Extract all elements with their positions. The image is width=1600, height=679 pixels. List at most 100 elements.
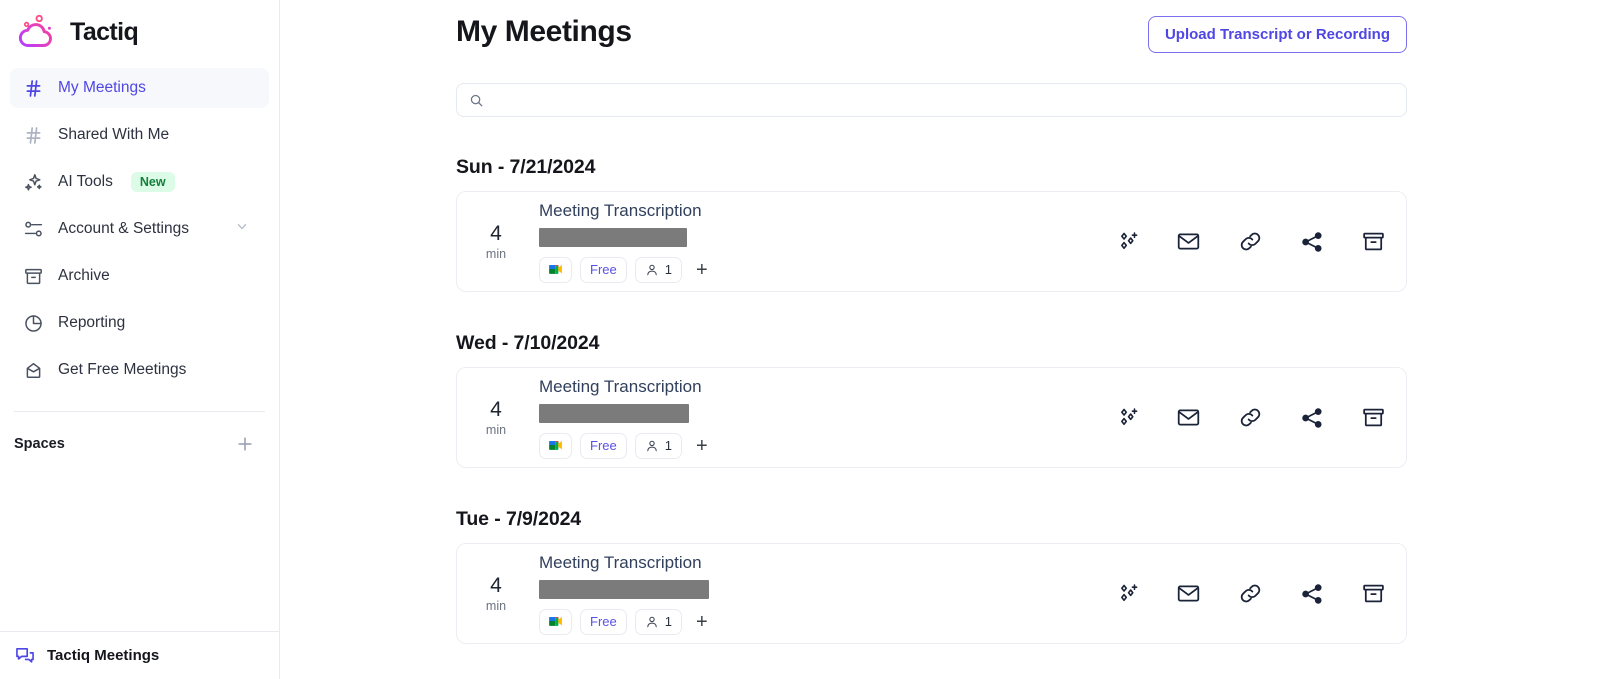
spaces-title: Spaces bbox=[14, 436, 65, 452]
tactiq-cloud-logo-icon bbox=[16, 12, 60, 52]
google-meet-icon bbox=[547, 438, 564, 453]
search-icon bbox=[469, 93, 484, 108]
email-icon[interactable] bbox=[1176, 581, 1201, 606]
meeting-title[interactable]: Meeting Transcription bbox=[539, 552, 1116, 573]
share-icon[interactable] bbox=[1300, 406, 1324, 430]
plan-chip[interactable]: Free bbox=[580, 432, 627, 459]
add-tag-button[interactable]: + bbox=[690, 260, 714, 280]
duration-unit: min bbox=[485, 423, 507, 438]
meeting-chips: Free 1 + bbox=[539, 256, 1116, 283]
sidebar-nav: My Meetings Shared With Me AI Tools New … bbox=[0, 64, 279, 397]
email-icon[interactable] bbox=[1176, 405, 1201, 430]
ai-sparkle-icon[interactable] bbox=[1116, 230, 1139, 253]
meeting-card[interactable]: 4 min Meeting Transcription Free 1 + bbox=[456, 543, 1407, 644]
archive-icon[interactable] bbox=[1361, 581, 1386, 606]
platform-chip[interactable] bbox=[539, 256, 572, 283]
chevron-down-icon[interactable] bbox=[235, 220, 249, 239]
sidebar-item-label: Reporting bbox=[58, 314, 126, 331]
meeting-card[interactable]: 4 min Meeting Transcription Free 1 + bbox=[456, 367, 1407, 468]
main-inner: My Meetings Upload Transcript or Recordi… bbox=[280, 0, 1600, 644]
participants-count: 1 bbox=[664, 262, 672, 278]
brand-name: Tactiq bbox=[70, 17, 139, 46]
ai-sparkle-icon[interactable] bbox=[1116, 406, 1139, 429]
meeting-actions bbox=[1116, 581, 1386, 606]
meeting-actions bbox=[1116, 229, 1386, 254]
plan-label: Free bbox=[590, 438, 617, 454]
sidebar-item-ai-tools[interactable]: AI Tools New bbox=[10, 162, 269, 202]
sidebar-item-label: Shared With Me bbox=[58, 126, 170, 143]
archive-icon[interactable] bbox=[1361, 405, 1386, 430]
share-icon[interactable] bbox=[1300, 230, 1324, 254]
sparkles-icon bbox=[22, 171, 44, 193]
add-tag-button[interactable]: + bbox=[690, 436, 714, 456]
brand: Tactiq bbox=[0, 0, 279, 64]
sidebar-item-my-meetings[interactable]: My Meetings bbox=[10, 68, 269, 108]
duration-value: 4 bbox=[490, 221, 502, 245]
pie-chart-icon bbox=[22, 312, 44, 334]
add-space-plus-icon[interactable] bbox=[235, 434, 255, 454]
share-icon[interactable] bbox=[1300, 582, 1324, 606]
participants-chip[interactable]: 1 bbox=[634, 432, 682, 459]
sidebar-item-shared-with-me[interactable]: Shared With Me bbox=[10, 115, 269, 155]
sidebar-item-account-settings[interactable]: Account & Settings bbox=[10, 209, 269, 249]
meeting-title[interactable]: Meeting Transcription bbox=[539, 376, 1116, 397]
duration-value: 4 bbox=[490, 573, 502, 597]
plan-chip[interactable]: Free bbox=[580, 256, 627, 283]
platform-chip[interactable] bbox=[539, 432, 572, 459]
meeting-chips: Free 1 + bbox=[539, 432, 1116, 459]
page-header: My Meetings Upload Transcript or Recordi… bbox=[456, 16, 1407, 72]
meeting-card[interactable]: 4 min Meeting Transcription Free 1 + bbox=[456, 191, 1407, 292]
duration-unit: min bbox=[485, 599, 507, 614]
search-input[interactable] bbox=[493, 92, 1394, 108]
duration-value: 4 bbox=[490, 397, 502, 421]
meeting-info: Meeting Transcription Free 1 + bbox=[520, 376, 1116, 459]
add-tag-button[interactable]: + bbox=[690, 612, 714, 632]
date-group: Tue - 7/9/2024 4 min Meeting Transcripti… bbox=[456, 508, 1407, 644]
meeting-info: Meeting Transcription Free 1 + bbox=[520, 200, 1116, 283]
sidebar-item-label: My Meetings bbox=[58, 79, 146, 96]
meeting-info: Meeting Transcription Free 1 + bbox=[520, 552, 1116, 635]
participants-count: 1 bbox=[664, 438, 672, 454]
date-heading: Sun - 7/21/2024 bbox=[456, 156, 596, 178]
gift-icon bbox=[22, 359, 44, 381]
sidebar-item-archive[interactable]: Archive bbox=[10, 256, 269, 296]
date-heading: Wed - 7/10/2024 bbox=[456, 332, 600, 354]
sidebar-item-label: Get Free Meetings bbox=[58, 361, 187, 378]
platform-chip[interactable] bbox=[539, 608, 572, 635]
participants-chip[interactable]: 1 bbox=[634, 256, 682, 283]
app-root: Tactiq My Meetings Shared With Me AI Too… bbox=[0, 0, 1600, 679]
redacted-text-bar bbox=[539, 403, 689, 423]
link-icon[interactable] bbox=[1238, 405, 1263, 430]
hash-icon bbox=[22, 77, 44, 99]
person-icon bbox=[645, 439, 659, 453]
email-icon[interactable] bbox=[1176, 229, 1201, 254]
link-icon[interactable] bbox=[1238, 229, 1263, 254]
sidebar-item-label: Archive bbox=[58, 267, 110, 284]
plan-chip[interactable]: Free bbox=[580, 608, 627, 635]
ai-sparkle-icon[interactable] bbox=[1116, 582, 1139, 605]
sidebar-footer-label: Tactiq Meetings bbox=[47, 647, 160, 664]
google-meet-icon bbox=[547, 262, 564, 277]
upload-transcript-button[interactable]: Upload Transcript or Recording bbox=[1147, 16, 1407, 53]
spaces-section-header: Spaces bbox=[0, 412, 279, 454]
redacted-text-bar bbox=[539, 227, 687, 247]
participants-chip[interactable]: 1 bbox=[634, 608, 682, 635]
archive-icon[interactable] bbox=[1361, 229, 1386, 254]
plan-label: Free bbox=[590, 614, 617, 630]
sliders-icon bbox=[22, 218, 44, 240]
sidebar-footer-tactiq-meetings[interactable]: Tactiq Meetings bbox=[0, 631, 279, 679]
meeting-title[interactable]: Meeting Transcription bbox=[539, 200, 1116, 221]
person-icon bbox=[645, 615, 659, 629]
participants-count: 1 bbox=[664, 614, 672, 630]
search-bar[interactable] bbox=[456, 83, 1407, 117]
meeting-chips: Free 1 + bbox=[539, 608, 1116, 635]
google-meet-icon bbox=[547, 614, 564, 629]
sidebar-item-label: AI Tools bbox=[58, 173, 113, 190]
duration-unit: min bbox=[485, 247, 507, 262]
meeting-duration: 4 min bbox=[472, 574, 520, 613]
date-group: Wed - 7/10/2024 4 min Meeting Transcript… bbox=[456, 332, 1407, 468]
sidebar-item-reporting[interactable]: Reporting bbox=[10, 303, 269, 343]
sidebar-item-get-free-meetings[interactable]: Get Free Meetings bbox=[10, 350, 269, 390]
meeting-actions bbox=[1116, 405, 1386, 430]
link-icon[interactable] bbox=[1238, 581, 1263, 606]
